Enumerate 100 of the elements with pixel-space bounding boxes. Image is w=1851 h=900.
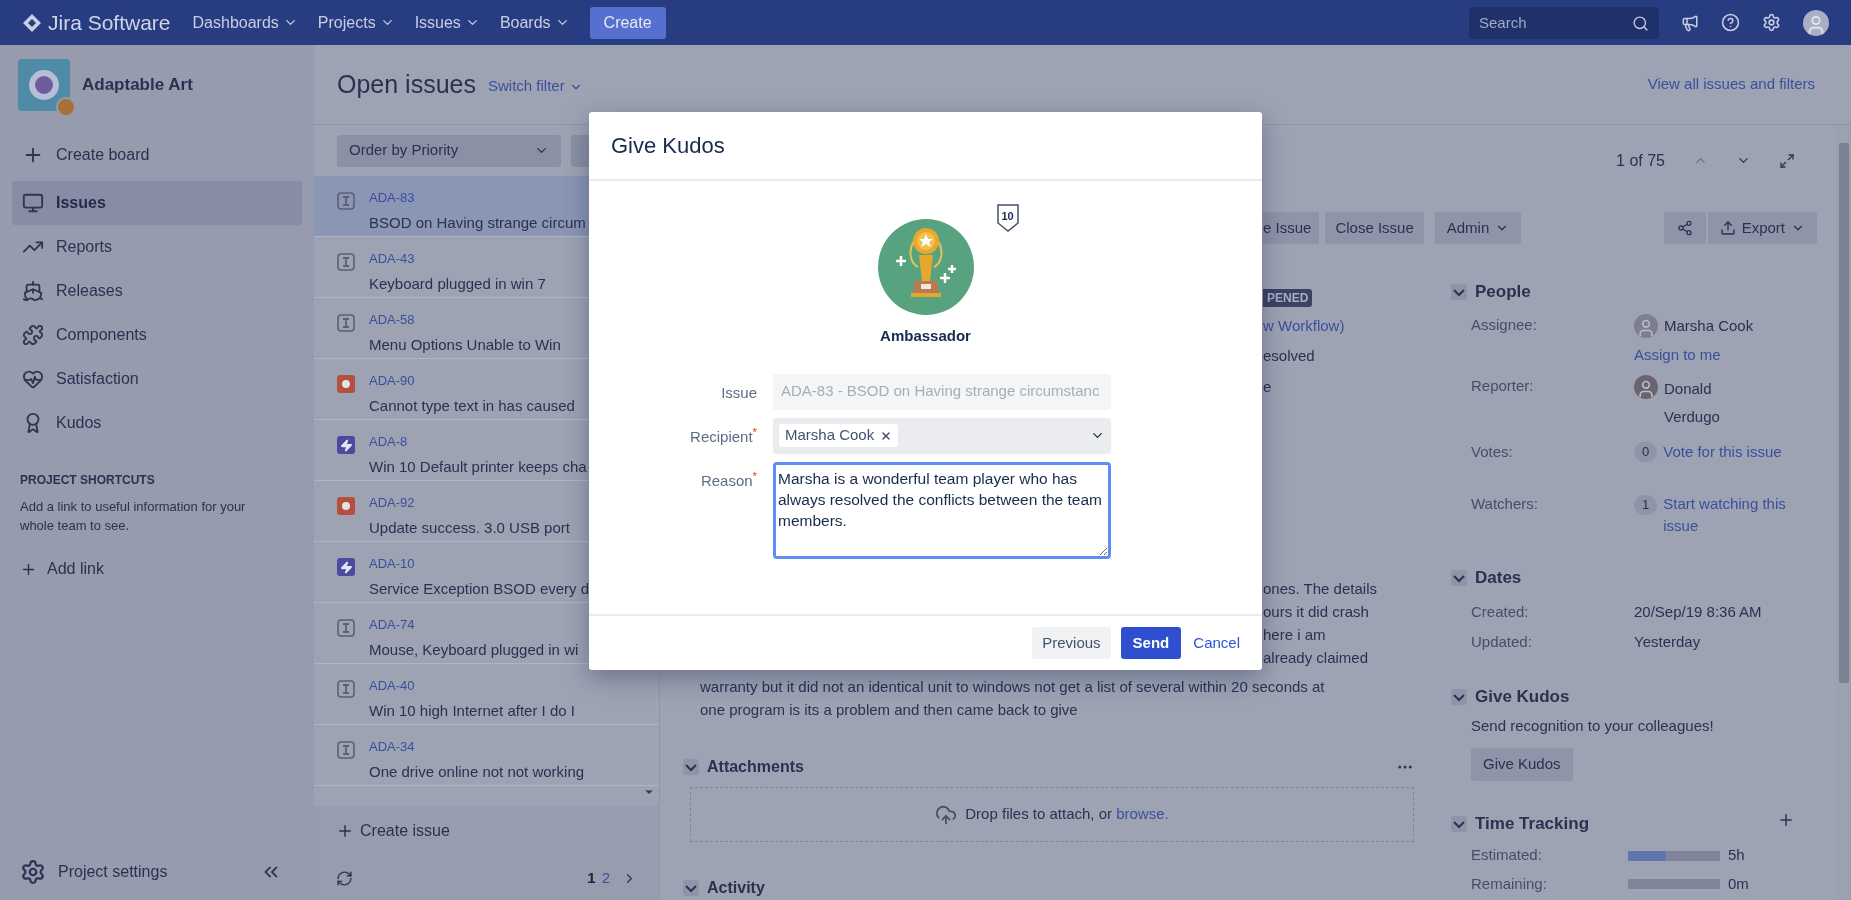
field-label: Votes: xyxy=(1471,441,1514,462)
issue-key[interactable]: ADA-92 xyxy=(369,493,570,513)
ship-icon xyxy=(22,280,44,302)
reporter-name: Donald Verdugo xyxy=(1664,378,1721,427)
issue-row[interactable]: ADA-34 One drive online not not working xyxy=(314,725,659,786)
send-button[interactable]: Send xyxy=(1120,627,1182,659)
cancel-link[interactable]: Cancel xyxy=(1191,627,1242,659)
issue-key[interactable]: ADA-43 xyxy=(369,249,546,269)
nav-menu[interactable]: Boards xyxy=(499,10,570,35)
sidebar-item[interactable]: Components xyxy=(12,313,302,357)
view-all-link[interactable]: View all issues and filters xyxy=(1647,73,1815,96)
watcher-count: 1 xyxy=(1634,495,1658,515)
shortcuts-description: Add a link to useful information for your whole team to see. xyxy=(20,498,247,535)
search-field[interactable]: Search xyxy=(1469,6,1659,39)
issue-key[interactable]: ADA-58 xyxy=(369,310,561,330)
nav-menu[interactable]: Dashboards xyxy=(192,10,298,35)
issue-key[interactable]: ADA-8 xyxy=(369,432,587,452)
previous-button[interactable]: Previous xyxy=(1032,627,1111,659)
task-type-icon xyxy=(337,314,355,332)
help-icon[interactable] xyxy=(1721,13,1740,32)
field-label: Assignee: xyxy=(1471,315,1538,336)
description-text: ones. The details xyxy=(1263,579,1378,600)
vote-link[interactable]: Vote for this issue xyxy=(1663,440,1782,464)
task-type-icon xyxy=(337,680,355,698)
section-title: Give Kudos xyxy=(1475,685,1570,708)
share-button[interactable] xyxy=(1663,211,1706,244)
refresh-icon[interactable] xyxy=(336,869,353,887)
field-label: Reason$^{*}$ xyxy=(700,469,757,491)
megaphone-icon[interactable] xyxy=(1681,13,1699,32)
sidebar-item[interactable]: Create board xyxy=(12,133,302,177)
project-settings-link[interactable]: Project settings xyxy=(20,859,168,885)
workflow-link[interactable]: w Workflow) xyxy=(1263,314,1414,338)
page-link[interactable]: 1 xyxy=(587,866,596,890)
sidebar-item[interactable]: Satisfaction xyxy=(12,357,302,401)
create-button[interactable]: Create xyxy=(589,6,666,39)
field-label: Recipient$^{*}$ xyxy=(690,425,757,447)
date-value: Yesterday xyxy=(1634,632,1702,653)
sidebar-item[interactable]: Kudos xyxy=(12,401,302,445)
shortcuts-heading: PROJECT SHORTCUTS xyxy=(20,472,156,489)
sidebar-item[interactable]: Releases xyxy=(12,269,302,313)
issue-action-button[interactable]: e Issue xyxy=(1263,211,1320,244)
switch-filter-button[interactable]: Switch filter xyxy=(487,75,583,98)
recipient-tag: Marsha Cook xyxy=(779,424,899,447)
dropzone-text: Drop files to attach, or browse. xyxy=(965,804,1169,825)
assignee-avatar xyxy=(1634,314,1658,339)
issue-summary: Keyboard plugged in win 7 xyxy=(369,273,546,294)
attachment-dropzone[interactable]: Drop files to attach, or browse. xyxy=(690,787,1414,842)
order-dropdown[interactable]: Order by Priority xyxy=(337,134,561,167)
add-link-button[interactable]: Add link xyxy=(20,557,294,581)
issue-key[interactable]: ADA-74 xyxy=(369,615,579,635)
lightning-type-icon xyxy=(337,436,355,454)
project-name: Adaptable Art xyxy=(82,74,193,97)
lightning-type-icon xyxy=(337,558,355,576)
issue-key[interactable]: ADA-83 xyxy=(369,188,586,208)
export-dropdown[interactable]: Export xyxy=(1707,211,1817,244)
watch-link[interactable]: Start watching this issue xyxy=(1663,493,1789,538)
reason-textarea[interactable]: Marsha is a wonderful team player who has always resolved the conflicts between the team members. xyxy=(773,461,1111,559)
issue-summary: Menu Options Unable to Win xyxy=(369,334,561,355)
admin-dropdown[interactable]: Admin xyxy=(1434,211,1522,244)
issue-summary: BSOD on Having strange circum xyxy=(369,212,586,233)
expand-icon[interactable] xyxy=(1779,152,1795,169)
give-kudos-button[interactable]: Give Kudos xyxy=(1471,747,1573,781)
search-icon xyxy=(1632,14,1649,32)
time-value: 0m xyxy=(1728,873,1749,894)
field-value: e xyxy=(1263,376,1273,397)
page-title: Open issues xyxy=(337,68,476,100)
collapse-toggle[interactable] xyxy=(1451,283,1467,300)
issue-summary: Service Exception BSOD every d xyxy=(369,578,590,599)
app-logo-text[interactable]: Jira Software xyxy=(48,6,171,39)
collapse-toggle[interactable] xyxy=(1451,688,1467,705)
sidebar-item[interactable]: Reports xyxy=(12,225,302,269)
issue-key[interactable]: ADA-34 xyxy=(369,737,585,757)
collapse-toggle[interactable] xyxy=(683,880,699,896)
kudos-description: Send recognition to your colleagues! xyxy=(1471,716,1715,737)
collapse-toggle[interactable] xyxy=(1451,570,1467,587)
puzzle-icon xyxy=(22,324,44,346)
user-avatar[interactable] xyxy=(1803,9,1829,36)
collapse-toggle[interactable] xyxy=(683,759,699,776)
collapse-toggle[interactable] xyxy=(1451,815,1467,832)
remove-icon[interactable] xyxy=(880,429,893,442)
issue-key[interactable]: ADA-90 xyxy=(369,371,575,391)
sidebar-item[interactable]: Issues xyxy=(12,181,302,225)
page-link[interactable]: 2 xyxy=(601,866,610,890)
description-text: already claimed xyxy=(1263,648,1370,669)
nav-menu[interactable]: Projects xyxy=(317,10,395,35)
browse-link[interactable]: browse. xyxy=(1116,805,1169,823)
issue-counter: 1 of 75 xyxy=(1616,150,1665,171)
description-text: warranty but it did not an identical unit to windows not get a list of several within 20 seconds at xyxy=(700,677,1326,698)
nav-menu[interactable]: Issues xyxy=(414,10,480,35)
date-value: 20/Sep/19 8:36 AM xyxy=(1634,601,1763,622)
close-issue-button[interactable]: Close Issue xyxy=(1325,211,1424,244)
section-title: Activity xyxy=(707,878,765,898)
section-title: People xyxy=(1475,280,1531,303)
issue-key[interactable]: ADA-10 xyxy=(369,554,590,574)
recipient-select[interactable]: Marsha Cook xyxy=(773,417,1111,454)
issue-summary: One drive online not not working xyxy=(369,761,585,782)
assign-to-me-link[interactable]: Assign to me xyxy=(1634,344,1795,367)
settings-icon[interactable] xyxy=(1762,13,1781,32)
create-issue-button[interactable]: Create issue xyxy=(314,806,659,856)
issue-key[interactable]: ADA-40 xyxy=(369,676,575,696)
